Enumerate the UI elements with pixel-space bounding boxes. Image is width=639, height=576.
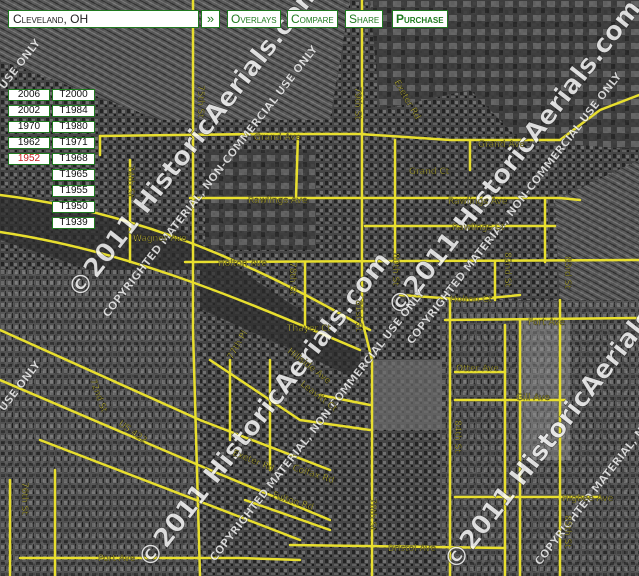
year-button-t1984[interactable]: T1984 xyxy=(52,105,95,117)
label-grand-ave-left: Grand Ave xyxy=(254,133,301,143)
location-search-input[interactable] xyxy=(8,10,199,28)
label-wagner: Wagner Ave xyxy=(133,234,187,244)
label-higbee: Higbee Ave xyxy=(562,494,614,504)
label-76th-st: 76th St xyxy=(19,482,29,515)
year-button-t1968[interactable]: T1968 xyxy=(52,153,95,165)
label-rawlings-right: Rawlings Ave xyxy=(448,197,508,207)
aerial-map[interactable]: ©2011 HistoricAerials.com COPYRIGHTED MA… xyxy=(0,0,639,576)
overlays-button[interactable]: Overlays xyxy=(227,10,281,28)
year-button-1962[interactable]: 1962 xyxy=(8,137,50,149)
share-button[interactable]: Share xyxy=(345,10,384,28)
map-toolbar: » Overlays Compare Share Purchase xyxy=(0,0,639,32)
label-bristol: Bristol Ave xyxy=(388,544,436,554)
label-85th-st: 85th St xyxy=(562,515,572,548)
label-st-lower: 78th St xyxy=(367,498,377,531)
year-button-t1971[interactable]: T1971 xyxy=(52,137,95,149)
label-83rd-st: 83rd St xyxy=(562,256,572,289)
label-82nd-st: 82nd St xyxy=(502,252,512,287)
year-button-t1939[interactable]: T1939 xyxy=(52,217,95,229)
year-button-1952-selected[interactable]: 1952 xyxy=(8,153,50,165)
label-rawlings-ct: Rawlings Ct xyxy=(452,223,505,233)
year-button-t1980[interactable]: T1980 xyxy=(52,121,95,133)
year-button-t1955[interactable]: T1955 xyxy=(52,185,95,197)
label-fort-ave: Fort Ave xyxy=(528,318,565,328)
label-79th-st: 79th St xyxy=(352,87,362,120)
year-button-2006[interactable]: 2006 xyxy=(8,89,50,101)
label-grand-ave-right: Grand Ave xyxy=(478,140,525,150)
label-holton: Holton Ave xyxy=(218,259,267,269)
year-button-1970[interactable]: 1970 xyxy=(8,121,50,133)
label-81st-st: 81st St xyxy=(353,300,363,332)
year-button-t1950[interactable]: T1950 xyxy=(52,201,95,213)
label-84th-st: 84th St xyxy=(452,420,462,453)
label-grand-ct: Grand Ct xyxy=(409,167,450,177)
go-button[interactable]: » xyxy=(201,10,220,28)
label-thayer: Thayer Ct xyxy=(286,324,331,334)
year-button-2002[interactable]: 2002 xyxy=(8,105,50,117)
label-74th-st: 74th St xyxy=(125,165,135,198)
label-75th-st: 75th St xyxy=(195,85,205,118)
label-holton-ct: Holton Ct xyxy=(450,295,493,305)
compare-button[interactable]: Compare xyxy=(287,10,338,28)
label-port: Port Ave xyxy=(98,554,136,564)
year-button-t2000[interactable]: T2000 xyxy=(52,89,95,101)
label-otter: Otter Ave xyxy=(456,364,499,374)
label-78th-st: 78th St xyxy=(287,262,297,295)
label-80th-st: 80th St xyxy=(390,253,400,286)
label-rawlings-left: Rawlings Ave xyxy=(248,196,308,206)
label-gill: Gill Ave xyxy=(516,393,550,403)
year-button-t1965[interactable]: T1965 xyxy=(52,169,95,181)
purchase-button[interactable]: Purchase xyxy=(392,10,448,28)
